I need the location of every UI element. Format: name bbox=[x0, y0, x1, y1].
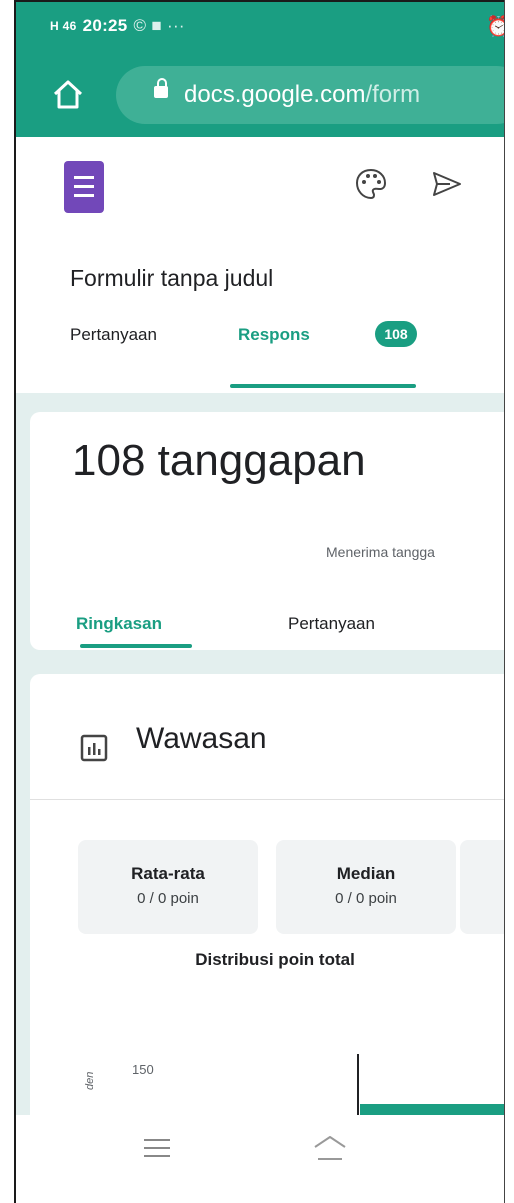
responses-count-badge: 108 bbox=[375, 321, 417, 347]
url-bar[interactable]: docs.google.com/form bbox=[116, 66, 504, 124]
stat-value: 0 / 0 poin bbox=[137, 890, 199, 907]
home-nav-icon[interactable] bbox=[312, 1133, 348, 1163]
insights-chart-icon bbox=[80, 734, 108, 762]
responses-summary-card: 108 tanggapan Menerima tangga Ringkasan … bbox=[30, 412, 504, 650]
responses-count-heading: 108 tanggapan bbox=[72, 436, 366, 485]
status-notification-icons: © ■ ··· bbox=[133, 16, 185, 35]
url-host: docs.google.com bbox=[184, 81, 366, 108]
bottom-navigation-bar bbox=[16, 1115, 504, 1203]
subtab-question[interactable]: Pertanyaan bbox=[288, 614, 375, 634]
insights-title: Wawasan bbox=[136, 722, 267, 755]
y-tick-label: 150 bbox=[132, 1062, 154, 1077]
stat-card-range bbox=[460, 840, 504, 934]
frame-right-border bbox=[504, 0, 505, 1203]
url-path: /form bbox=[365, 81, 421, 108]
send-icon[interactable] bbox=[430, 167, 464, 201]
accepting-responses-label: Menerima tangga bbox=[326, 544, 435, 560]
url-text: docs.google.com/form bbox=[184, 81, 420, 109]
insights-divider bbox=[30, 799, 504, 800]
logo-line bbox=[74, 185, 94, 188]
lock-icon bbox=[154, 78, 168, 98]
stat-label: Rata-rata bbox=[131, 864, 205, 883]
alarm-icon: ⏰ bbox=[486, 16, 504, 38]
stat-value: 0 / 0 poin bbox=[335, 890, 397, 907]
y-axis-label: den bbox=[84, 1071, 96, 1090]
tab-questions[interactable]: Pertanyaan bbox=[70, 325, 157, 345]
chart-title: Distribusi poin total bbox=[195, 950, 355, 969]
logo-line bbox=[74, 176, 94, 179]
form-header: Formulir tanpa judul Pertanyaan Respons … bbox=[16, 137, 504, 393]
phone-screen: H 46 20:25 © ■ ··· ⏰ docs.google.com/for… bbox=[16, 2, 504, 1203]
active-subtab-indicator bbox=[80, 644, 192, 648]
stat-card-average: Rata-rata 0 / 0 poin bbox=[78, 840, 258, 934]
stat-card-median: Median 0 / 0 poin bbox=[276, 840, 456, 934]
stat-label: Median bbox=[336, 864, 396, 883]
tab-responses[interactable]: Respons bbox=[238, 325, 310, 345]
home-icon[interactable] bbox=[50, 76, 86, 112]
subtab-summary[interactable]: Ringkasan bbox=[76, 614, 162, 634]
status-bar: H 46 20:25 © ■ ··· bbox=[50, 16, 185, 36]
active-tab-indicator bbox=[230, 384, 416, 388]
status-time: 20:25 bbox=[82, 16, 128, 35]
form-title: Formulir tanpa judul bbox=[70, 265, 274, 291]
signal-icon: H 46 bbox=[50, 19, 77, 33]
palette-icon[interactable] bbox=[354, 167, 388, 201]
browser-chrome: H 46 20:25 © ■ ··· ⏰ docs.google.com/for… bbox=[16, 2, 504, 137]
logo-line bbox=[74, 194, 94, 197]
menu-icon[interactable] bbox=[144, 1139, 170, 1163]
google-forms-logo-icon bbox=[64, 161, 104, 213]
